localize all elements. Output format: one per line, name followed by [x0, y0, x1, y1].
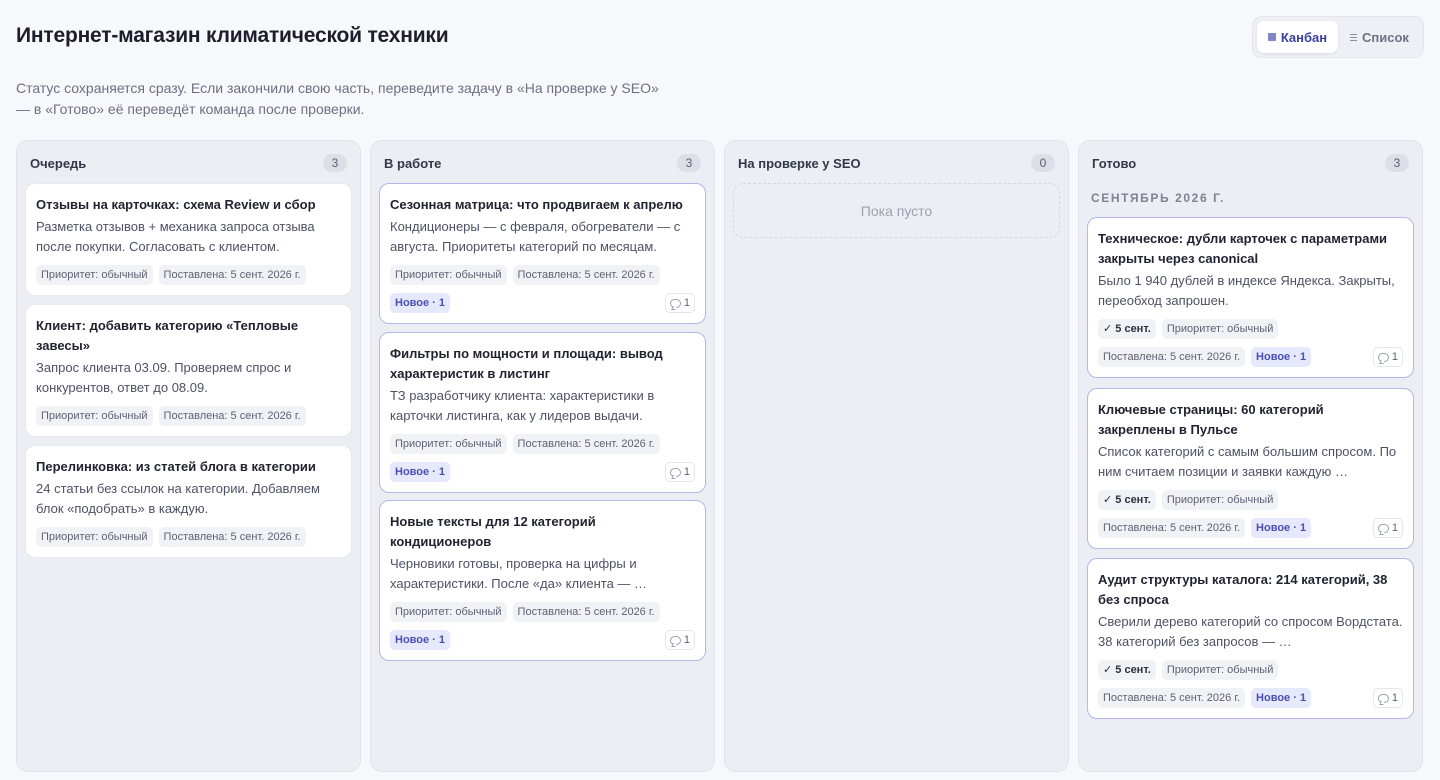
card-description: Черновики готовы, проверка на цифры и ха… — [390, 556, 648, 591]
card-title: Фильтры по мощности и площади: вывод хар… — [390, 346, 663, 381]
comments-count: 1 — [683, 466, 690, 478]
comment-icon — [1377, 693, 1389, 703]
task-card[interactable]: Аудит структуры каталога: 214 категорий,… — [1087, 558, 1414, 719]
card-description: ТЗ разработчику клиента: характеристики … — [390, 388, 655, 423]
list-view-button[interactable]: Список — [1340, 21, 1419, 53]
completed-date-tag: ✓ 5 сент. — [1098, 319, 1156, 339]
month-group-label: СЕНТЯБРЬ 2026 Г. — [1091, 191, 1225, 205]
priority-tag: Приоритет: обычный — [1161, 660, 1279, 680]
column-count-badge: 3 — [323, 154, 347, 172]
column-count-badge: 3 — [1385, 154, 1409, 172]
column-done: Готово 3 СЕНТЯБРЬ 2026 Г. Техническое: д… — [1078, 140, 1423, 772]
comment-icon — [669, 635, 681, 645]
column-queue: Очередь 3 Отзывы на карточках: схема Rev… — [16, 140, 361, 772]
card-title: Новые тексты для 12 категорий кондиционе… — [390, 514, 596, 549]
priority-tag: Приоритет: обычный — [36, 265, 153, 285]
task-card[interactable]: Техническое: дубли карточек с параметрам… — [1087, 217, 1414, 378]
comments-counter[interactable]: 1 — [664, 462, 695, 482]
card-description: Список категорий с самым большим спросом… — [1098, 444, 1397, 479]
task-card[interactable]: Фильтры по мощности и площади: вывод хар… — [379, 332, 706, 493]
kanban-view-button[interactable]: Канбан — [1257, 21, 1338, 53]
comments-counter[interactable]: 1 — [664, 630, 695, 650]
empty-drop-zone[interactable]: Пока пусто — [733, 183, 1060, 238]
new-updates-badge: Новое · 1 — [1251, 347, 1312, 367]
column-title: В работе — [384, 155, 442, 171]
posted-date-tag: Поставлена: 5 сент. 2026 г. — [1098, 518, 1246, 538]
task-card[interactable]: Отзывы на карточках: схема Review и сбор… — [25, 183, 352, 296]
priority-tag: Приоритет: обычный — [390, 434, 507, 454]
priority-tag: Приоритет: обычный — [390, 602, 507, 622]
task-card[interactable]: Клиент: добавить категорию «Тепловые зав… — [25, 304, 352, 437]
completed-date-tag: ✓ 5 сент. — [1098, 490, 1156, 510]
posted-date-tag: Поставлена: 5 сент. 2026 г. — [1098, 347, 1246, 367]
comments-counter[interactable]: 1 — [1372, 518, 1403, 538]
priority-tag: Приоритет: обычный — [390, 265, 507, 285]
task-card[interactable]: Перелинковка: из статей блога в категори… — [25, 445, 352, 558]
card-title: Сезонная матрица: что продвигаем к апрел… — [390, 197, 683, 212]
card-title: Аудит структуры каталога: 214 категорий,… — [1098, 572, 1388, 607]
new-updates-badge: Новое · 1 — [1251, 688, 1312, 708]
comment-icon — [669, 467, 681, 477]
priority-tag: Приоритет: обычный — [1161, 319, 1279, 339]
new-updates-badge: Новое · 1 — [390, 462, 451, 482]
posted-date-tag: Поставлена: 5 сент. 2026 г. — [1098, 688, 1246, 708]
comment-icon — [669, 298, 681, 308]
priority-tag: Приоритет: обычный — [1161, 490, 1279, 510]
list-icon — [1350, 33, 1358, 41]
column-header: В работе 3 — [384, 153, 701, 173]
column-count-badge: 0 — [1031, 154, 1055, 172]
comments-count: 1 — [1391, 692, 1398, 704]
column-header: На проверке у SEO 0 — [738, 153, 1055, 173]
new-updates-badge: Новое · 1 — [390, 630, 451, 650]
posted-date-tag: Поставлена: 5 сент. 2026 г. — [512, 602, 660, 622]
card-title: Отзывы на карточках: схема Review и сбор — [36, 197, 316, 212]
card-description: Сверили дерево категорий со спросом Ворд… — [1098, 614, 1403, 649]
card-description: Запрос клиента 03.09. Проверяем спрос и … — [36, 360, 292, 395]
comments-counter[interactable]: 1 — [1372, 688, 1403, 708]
task-card[interactable]: Сезонная матрица: что продвигаем к апрел… — [379, 183, 706, 324]
task-card[interactable]: Ключевые страницы: 60 категорий закрепле… — [1087, 388, 1414, 549]
posted-date-tag: Поставлена: 5 сент. 2026 г. — [512, 434, 660, 454]
comment-icon — [1377, 523, 1389, 533]
column-title: Готово — [1092, 155, 1137, 171]
board-icon — [1267, 33, 1276, 41]
card-description: Кондиционеры — с февраля, обогреватели —… — [390, 219, 681, 254]
posted-date-tag: Поставлена: 5 сент. 2026 г. — [158, 265, 306, 285]
posted-date-tag: Поставлена: 5 сент. 2026 г. — [158, 527, 306, 547]
list-view-label: Список — [1362, 29, 1409, 45]
view-toggle: Канбан Список — [1252, 16, 1424, 58]
column-in-progress: В работе 3 Сезонная матрица: что продвиг… — [370, 140, 715, 772]
status-hint: Статус сохраняется сразу. Если закончили… — [16, 80, 659, 117]
task-card[interactable]: Новые тексты для 12 категорий кондиционе… — [379, 500, 706, 661]
column-title: Очередь — [30, 155, 87, 171]
page-title: Интернет-магазин климатической техники — [16, 24, 449, 47]
completed-date-tag: ✓ 5 сент. — [1098, 660, 1156, 680]
comments-count: 1 — [1391, 351, 1398, 363]
posted-date-tag: Поставлена: 5 сент. 2026 г. — [512, 265, 660, 285]
posted-date-tag: Поставлена: 5 сент. 2026 г. — [158, 406, 306, 426]
comments-count: 1 — [1391, 522, 1398, 534]
kanban-view-label: Канбан — [1280, 29, 1328, 45]
new-updates-badge: Новое · 1 — [1251, 518, 1312, 538]
comments-count: 1 — [683, 634, 690, 646]
column-title: На проверке у SEO — [738, 155, 861, 171]
card-title: Клиент: добавить категорию «Тепловые зав… — [36, 318, 299, 353]
priority-tag: Приоритет: обычный — [36, 527, 153, 547]
priority-tag: Приоритет: обычный — [36, 406, 153, 426]
comments-counter[interactable]: 1 — [664, 293, 695, 313]
card-title: Ключевые страницы: 60 категорий закрепле… — [1098, 402, 1324, 437]
column-header: Готово 3 — [1092, 153, 1409, 173]
card-description: Было 1 940 дублей в индексе Яндекса. Зак… — [1098, 273, 1395, 308]
card-description: Разметка отзывов + механика запроса отзы… — [36, 219, 315, 254]
column-seo-review: На проверке у SEO 0 Пока пусто — [724, 140, 1069, 772]
card-description: 24 статьи без ссылок на категории. Добав… — [36, 481, 320, 516]
column-header: Очередь 3 — [30, 153, 347, 173]
card-title: Техническое: дубли карточек с параметрам… — [1098, 231, 1388, 266]
comment-icon — [1377, 352, 1389, 362]
column-count-badge: 3 — [677, 154, 701, 172]
new-updates-badge: Новое · 1 — [390, 293, 451, 313]
card-title: Перелинковка: из статей блога в категори… — [36, 459, 316, 474]
comments-count: 1 — [683, 297, 690, 309]
comments-counter[interactable]: 1 — [1372, 347, 1403, 367]
